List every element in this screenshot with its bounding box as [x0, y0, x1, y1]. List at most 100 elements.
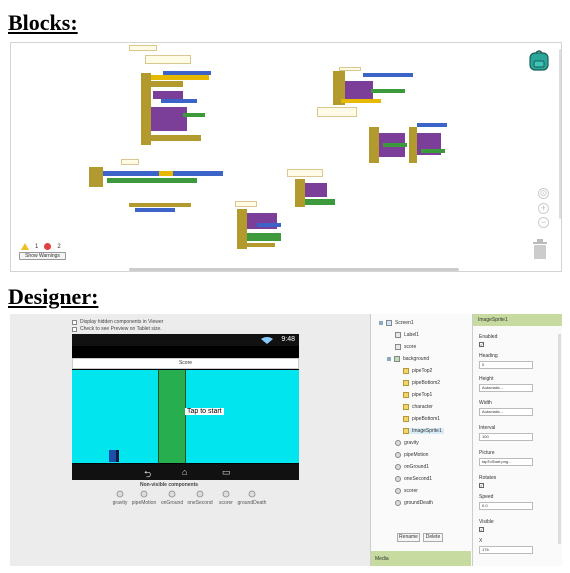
control-block[interactable] [341, 99, 381, 103]
blocks-heading: Blocks: [8, 10, 78, 35]
clock-icon [168, 490, 176, 498]
x-label: X [479, 538, 483, 544]
comment-bubble[interactable] [287, 169, 323, 177]
event-block[interactable] [409, 127, 417, 163]
variable-block[interactable] [161, 99, 197, 103]
math-block[interactable] [183, 113, 205, 117]
math-block[interactable] [421, 149, 445, 153]
variable-block[interactable] [257, 223, 281, 227]
comment-bubble[interactable] [121, 159, 139, 165]
variable-block[interactable] [417, 123, 447, 127]
hidden-components-checkbox[interactable] [72, 319, 77, 325]
event-block[interactable] [143, 135, 201, 141]
clock-icon [395, 488, 401, 494]
zoom-in-icon[interactable]: + [538, 203, 549, 214]
rotates-checkbox[interactable]: ✓ [479, 483, 484, 488]
interval-label: Interval [479, 425, 496, 431]
procedure-block[interactable] [305, 183, 327, 197]
math-block[interactable] [247, 233, 281, 241]
variable-block[interactable] [135, 208, 175, 212]
tree-item-background[interactable]: background [387, 356, 429, 362]
tree-item-clock[interactable]: pipeMotion [395, 452, 428, 458]
pipe-sprite[interactable] [158, 370, 186, 463]
procedure-block[interactable] [151, 107, 187, 131]
vertical-scrollbar[interactable] [559, 49, 561, 219]
horizontal-scrollbar[interactable] [129, 268, 459, 271]
clock-icon [140, 490, 148, 498]
clock-icon [395, 464, 401, 470]
enabled-checkbox[interactable]: ✓ [479, 342, 484, 347]
tree-item-sprite[interactable]: pipeTop2 [403, 368, 432, 374]
collapse-toggle[interactable] [387, 357, 391, 361]
interval-field[interactable]: 100 [479, 433, 533, 441]
delete-button[interactable]: Delete [423, 533, 443, 542]
width-field[interactable]: Automatic... [479, 408, 533, 416]
event-block[interactable] [129, 203, 191, 207]
event-block[interactable] [89, 167, 103, 187]
error-count: 2 [57, 243, 61, 250]
target-icon[interactable]: ⊙ [538, 188, 549, 199]
comment-bubble[interactable] [317, 107, 357, 117]
blocks-workspace[interactable]: 1 2 Show Warnings ⊙ + − [10, 42, 562, 272]
image-sprite-icon [403, 404, 409, 410]
rotates-label: Rotates [479, 475, 497, 481]
height-field[interactable]: Automatic... [479, 384, 533, 392]
label-icon [395, 344, 401, 350]
heading-field[interactable]: 0 [479, 361, 533, 369]
warning-count: 1 [35, 243, 39, 250]
tree-item-sprite[interactable]: pipeBottom1 [403, 416, 440, 422]
hidden-components-option[interactable]: Display hidden components in Viewer [72, 319, 163, 325]
math-block[interactable] [371, 89, 405, 93]
math-block[interactable] [383, 143, 407, 147]
x-field[interactable]: 176 [479, 546, 533, 554]
zoom-out-icon[interactable]: − [538, 217, 549, 228]
comment-bubble[interactable] [235, 201, 257, 207]
control-block[interactable] [159, 171, 173, 176]
tablet-preview-checkbox[interactable] [72, 326, 77, 332]
game-canvas[interactable]: Tap to start [72, 370, 299, 463]
image-sprite-icon [403, 380, 409, 386]
trash-icon[interactable] [531, 238, 549, 260]
media-header[interactable]: Media [371, 551, 471, 566]
math-block[interactable] [305, 199, 335, 205]
event-block[interactable] [295, 179, 305, 207]
clock-icon [116, 490, 124, 498]
event-block[interactable] [241, 243, 275, 247]
character-sprite[interactable] [109, 450, 119, 462]
event-block[interactable] [369, 127, 379, 163]
tree-item-sprite[interactable]: pipeBottom2 [403, 380, 440, 386]
visible-checkbox[interactable]: ✓ [479, 527, 484, 532]
tree-item-clock[interactable]: groundDeath [395, 500, 433, 506]
tree-item-label1[interactable]: Label1 [395, 332, 419, 338]
tree-item-sprite-selected[interactable]: ImageSprite1 [403, 428, 444, 434]
tree-item-score[interactable]: score [395, 344, 416, 350]
collapse-toggle[interactable] [379, 321, 383, 325]
picture-field[interactable]: tapToStart.png... [479, 458, 533, 466]
comment-bubble[interactable] [129, 45, 157, 51]
tree-item-clock[interactable]: onGround1 [395, 464, 429, 470]
tap-to-start-sprite[interactable]: Tap to start [185, 408, 224, 415]
nonvisible-item[interactable]: groundDeath [236, 490, 268, 506]
comment-bubble[interactable] [145, 55, 191, 64]
procedure-block[interactable] [345, 81, 373, 101]
show-warnings-button[interactable]: Show Warnings [19, 252, 66, 260]
math-block[interactable] [107, 178, 197, 183]
tree-item-screen[interactable]: Screen1 [379, 320, 414, 326]
variable-block[interactable] [163, 71, 211, 75]
speed-field[interactable]: 0.0 [479, 502, 533, 510]
tree-item-clock[interactable]: oneSecond1 [395, 476, 432, 482]
tree-item-clock[interactable]: scorer [395, 488, 418, 494]
properties-scrollbar[interactable] [558, 334, 561, 544]
tree-item-clock[interactable]: gravity [395, 440, 419, 446]
components-pane: Screen1 Label1 score background pipeTop2… [370, 314, 472, 566]
control-block[interactable] [151, 75, 209, 80]
tree-item-sprite[interactable]: pipeTop1 [403, 392, 432, 398]
visible-label: Visible [479, 519, 494, 525]
rename-button[interactable]: Rename [397, 533, 420, 542]
event-block[interactable] [149, 81, 183, 87]
procedure-block[interactable] [153, 91, 183, 99]
tablet-preview-option[interactable]: Check to see Preview on Tablet size. [72, 326, 162, 332]
tree-item-sprite[interactable]: character [403, 404, 433, 410]
backpack-icon[interactable] [527, 48, 551, 72]
variable-block[interactable] [363, 73, 413, 77]
